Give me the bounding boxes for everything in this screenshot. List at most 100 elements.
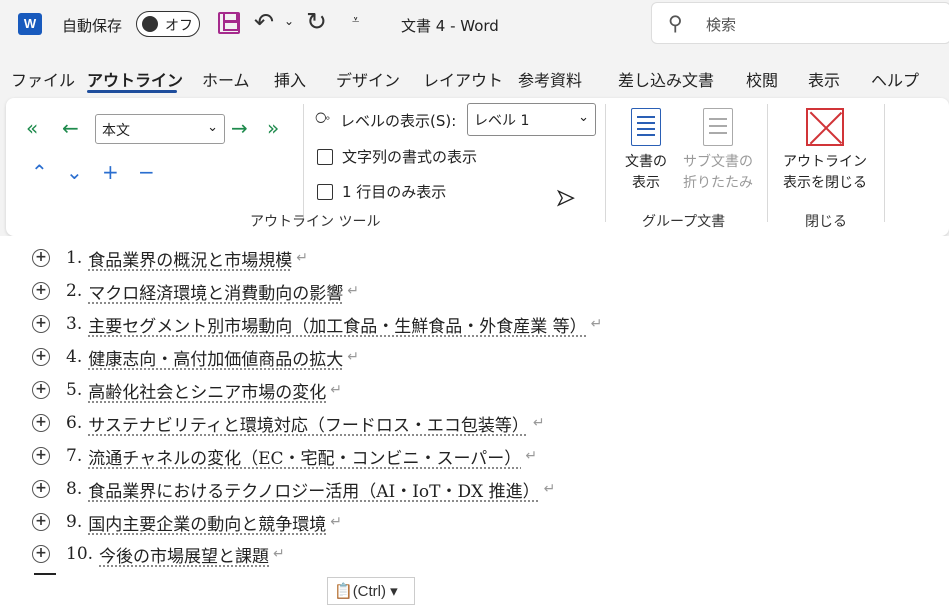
document-area[interactable]: + 1. 食品業界の概況と市場規模 ↵ + 2. マクロ経済環境と消費動向の影響… <box>0 236 949 605</box>
clipboard-icon: 📋 <box>334 583 353 600</box>
search-input[interactable]: ⚲ 検索 <box>651 2 949 44</box>
demote-icon[interactable]: → <box>231 116 248 140</box>
save-icon[interactable] <box>218 12 240 34</box>
promote-to-heading1-icon[interactable]: « <box>26 116 38 140</box>
tab-file[interactable]: ファイル <box>11 67 75 91</box>
outline-item[interactable]: + 2. マクロ経済環境と消費動向の影響 ↵ <box>32 278 359 304</box>
tab-review[interactable]: 校閲 <box>746 67 778 91</box>
tab-references[interactable]: 参考資料 <box>518 67 582 91</box>
paste-options-button[interactable]: 📋(Ctrl) ▾ <box>327 577 415 605</box>
tab-view[interactable]: 表示 <box>808 67 840 91</box>
outline-heading[interactable]: 健康志向・高付加価値商品の拡大 <box>88 345 343 370</box>
tab-layout[interactable]: レイアウト <box>423 67 503 91</box>
outline-number: 7. <box>66 446 83 466</box>
undo-icon[interactable]: ↶ <box>254 8 274 36</box>
expand-plus-icon[interactable]: + <box>32 249 50 267</box>
paragraph-mark-icon: ↵ <box>347 349 359 365</box>
title-bar: W 自動保存 オフ ↶ ⌄ ↻ ⩡ 文書 4 - Word ⚲ 検索 <box>0 0 949 50</box>
tab-home[interactable]: ホーム <box>202 67 250 91</box>
paragraph-mark-icon: ↵ <box>330 514 342 530</box>
outline-number: 8. <box>66 479 83 499</box>
paragraph-mark-icon: ↵ <box>543 481 556 497</box>
expand-plus-icon[interactable]: + <box>32 414 50 432</box>
divider <box>605 104 606 222</box>
paragraph-mark-icon: ↵ <box>525 448 538 464</box>
outline-heading[interactable]: マクロ経済環境と消費動向の影響 <box>88 279 343 304</box>
customize-toolbar-icon[interactable]: ⩡ <box>352 13 359 28</box>
ribbon: « ← 本文 ⌄ → » ⌃ ⌄ + − ⧂ レベルの表示(S): レベル 1 … <box>6 98 949 236</box>
move-down-icon[interactable]: ⌄ <box>66 160 83 184</box>
paragraph-mark-icon: ↵ <box>330 382 342 398</box>
close-outline-label-1: アウトライン <box>783 154 867 170</box>
show-document-label-2: 表示 <box>632 175 660 191</box>
expand-plus-icon[interactable]: + <box>32 282 50 300</box>
search-placeholder: 検索 <box>706 16 737 34</box>
undo-dropdown-icon[interactable]: ⌄ <box>284 14 294 28</box>
show-level-icon: ⧂ <box>315 109 331 127</box>
show-text-formatting-checkbox[interactable]: 文字列の書式の表示 <box>317 146 477 167</box>
outline-heading[interactable]: 食品業界の概況と市場規模 <box>88 246 292 271</box>
toggle-knob <box>142 16 158 32</box>
outline-heading[interactable]: 主要セグメント別市場動向（加工食品・生鮮食品・外食産業 等） <box>88 312 586 337</box>
outline-level-select[interactable]: 本文 ⌄ <box>95 114 225 144</box>
expand-plus-icon[interactable]: + <box>32 545 50 563</box>
redo-icon[interactable]: ↻ <box>306 7 327 36</box>
expand-plus-icon[interactable]: + <box>32 315 50 333</box>
expand-icon[interactable]: + <box>102 160 119 184</box>
expand-plus-icon[interactable]: + <box>32 513 50 531</box>
show-document-label-1: 文書の <box>625 154 667 170</box>
paste-options-label: (Ctrl) <box>352 583 387 600</box>
show-document-button[interactable]: 文書の 表示 <box>616 108 676 194</box>
outline-item[interactable]: + 9. 国内主要企業の動向と競争環境 ↵ <box>32 509 342 535</box>
outline-heading[interactable]: 国内主要企業の動向と競争環境 <box>88 510 326 535</box>
show-first-line-only-checkbox[interactable]: 1 行目のみ表示 <box>317 181 446 202</box>
paragraph-mark-icon: ↵ <box>273 546 285 562</box>
chevron-down-icon: ⌄ <box>578 110 589 125</box>
ribbon-tabs: ファイル アウトライン ホーム 挿入 デザイン レイアウト 参考資料 差し込み文… <box>0 62 949 94</box>
move-up-icon[interactable]: ⌃ <box>31 160 48 184</box>
tab-design[interactable]: デザイン <box>336 67 400 91</box>
outline-heading[interactable]: サステナビリティと環境対応（フードロス・エコ包装等） <box>88 411 529 436</box>
outline-number: 4. <box>66 347 83 367</box>
tab-mailings[interactable]: 差し込み文書 <box>618 67 714 91</box>
divider <box>884 104 885 222</box>
checkbox-box[interactable] <box>317 183 333 200</box>
outline-heading[interactable]: 食品業界におけるテクノロジー活用（AI・IoT・DX 推進） <box>88 477 539 502</box>
outline-item[interactable]: + 1. 食品業界の概況と市場規模 ↵ <box>32 245 308 271</box>
demote-to-body-icon[interactable]: » <box>267 116 279 140</box>
divider <box>767 104 768 222</box>
subdocument-icon <box>703 108 733 146</box>
outline-heading[interactable]: 流通チャネルの変化（EC・宅配・コンビニ・スーパー） <box>88 444 521 469</box>
outline-item[interactable]: + 8. 食品業界におけるテクノロジー活用（AI・IoT・DX 推進） ↵ <box>32 476 555 502</box>
mouse-pointer-icon: ➤ <box>555 185 575 211</box>
tab-insert[interactable]: 挿入 <box>274 67 306 91</box>
search-icon: ⚲ <box>668 11 683 35</box>
chevron-down-icon: ▾ <box>386 583 398 600</box>
outline-item[interactable]: + 5. 高齢化社会とシニア市場の変化 ↵ <box>32 377 342 403</box>
show-level-dropdown[interactable]: レベル 1 ⌄ <box>467 103 596 136</box>
outline-heading[interactable]: 高齢化社会とシニア市場の変化 <box>88 378 326 403</box>
outline-level-value: 本文 <box>102 123 130 139</box>
show-level-value: レベル 1 <box>474 113 530 129</box>
chevron-down-icon: ⌄ <box>207 120 218 135</box>
outline-item[interactable]: + 6. サステナビリティと環境対応（フードロス・エコ包装等） ↵ <box>32 410 545 436</box>
tab-help[interactable]: ヘルプ <box>871 67 919 91</box>
expand-plus-icon[interactable]: + <box>32 480 50 498</box>
expand-plus-icon[interactable]: + <box>32 447 50 465</box>
outline-item[interactable]: + 4. 健康志向・高付加価値商品の拡大 ↵ <box>32 344 359 370</box>
expand-plus-icon[interactable]: + <box>32 381 50 399</box>
autosave-toggle[interactable]: オフ <box>136 11 200 37</box>
outline-number: 5. <box>66 380 83 400</box>
paragraph-mark-icon: ↵ <box>347 283 359 299</box>
checkbox-box[interactable] <box>317 148 333 165</box>
outline-heading[interactable]: 今後の市場展望と課題 <box>99 542 269 567</box>
tab-outline[interactable]: アウトライン <box>87 67 183 91</box>
expand-plus-icon[interactable]: + <box>32 348 50 366</box>
promote-icon[interactable]: ← <box>62 116 79 140</box>
outline-item[interactable]: + 3. 主要セグメント別市場動向（加工食品・生鮮食品・外食産業 等） ↵ <box>32 311 602 337</box>
collapse-icon[interactable]: − <box>138 160 155 184</box>
outline-item[interactable]: + 10. 今後の市場展望と課題 ↵ <box>32 541 285 567</box>
collapse-subdocuments-button[interactable]: サブ文書の 折りたたみ <box>678 108 758 194</box>
close-outline-view-button[interactable]: アウトライン 表示を閉じる <box>778 108 872 194</box>
outline-item[interactable]: + 7. 流通チャネルの変化（EC・宅配・コンビニ・スーパー） ↵ <box>32 443 537 469</box>
